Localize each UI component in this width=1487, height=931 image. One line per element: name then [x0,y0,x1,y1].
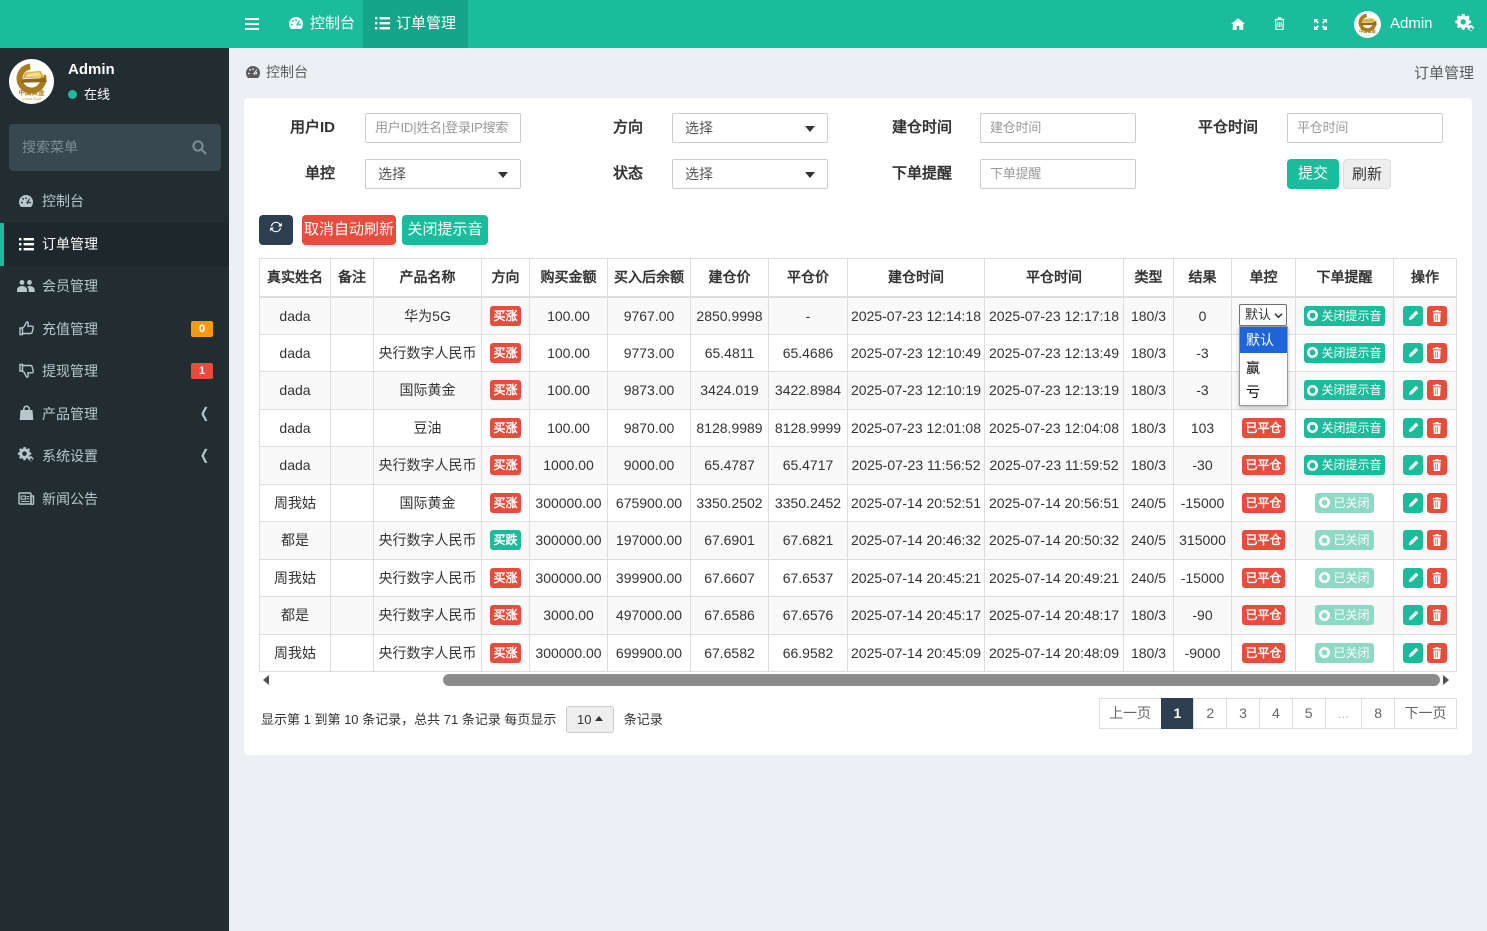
svg-text:China Gold: China Gold [22,97,41,101]
svg-text:中国黄金: 中国黄金 [19,88,46,97]
svg-text:中国黄金: 中国黄金 [1359,28,1377,35]
